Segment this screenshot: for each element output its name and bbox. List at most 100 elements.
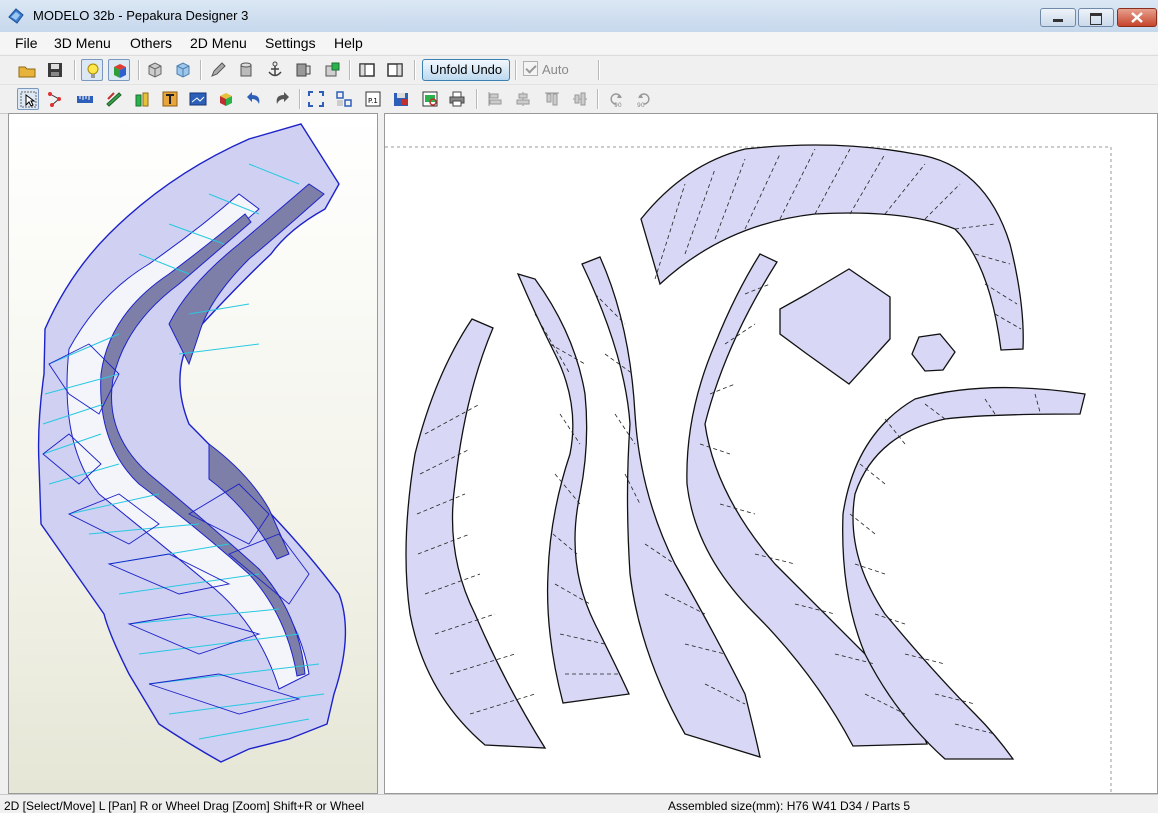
close-button[interactable] xyxy=(1117,8,1157,27)
align-left-icon xyxy=(488,92,502,106)
part-hexagon-small xyxy=(911,333,956,372)
auto-checkbox[interactable] xyxy=(523,61,538,76)
rotate-part-icon xyxy=(220,93,232,106)
print-icon xyxy=(449,91,465,107)
select-tool-button[interactable] xyxy=(17,88,39,110)
redo-icon xyxy=(276,92,289,104)
2d-unfolded-parts xyxy=(385,144,1112,795)
measure-tool-button[interactable] xyxy=(74,88,96,110)
align-center-button[interactable] xyxy=(512,88,534,110)
color-cube-icon xyxy=(114,64,126,78)
undo-icon xyxy=(247,92,260,104)
rotate-cw-90-icon: 90 xyxy=(637,93,650,108)
align-top-button[interactable] xyxy=(541,88,563,110)
open-folder-icon xyxy=(18,66,36,78)
3d-view-pane[interactable] xyxy=(8,113,378,794)
menu-bar: File 3D Menu Others 2D Menu Settings Hel… xyxy=(0,32,1158,54)
anchor-button[interactable] xyxy=(264,59,286,81)
cylinder-icon xyxy=(240,62,252,77)
status-size-text: Assembled size(mm): H76 W41 D34 / Parts … xyxy=(668,799,911,813)
main-toolbar xyxy=(0,55,1158,84)
save-button[interactable] xyxy=(44,59,66,81)
edge-tool-button[interactable] xyxy=(45,88,67,110)
rotate-ccw-90-icon: 90 xyxy=(610,93,622,108)
split-pane-icon xyxy=(387,63,403,77)
select-arrow-icon xyxy=(20,91,37,108)
align-left-button[interactable] xyxy=(484,88,506,110)
3d-twisted-model xyxy=(37,123,347,763)
print-preview-button[interactable] xyxy=(419,88,441,110)
title-bar: MODELO 32b - Pepakura Designer 3 xyxy=(0,0,1158,33)
window-title: MODELO 32b - Pepakura Designer 3 xyxy=(33,8,249,23)
green-box-icon xyxy=(325,62,340,77)
close-icon xyxy=(1131,12,1143,23)
cylinder-button[interactable] xyxy=(235,59,257,81)
redo-button[interactable] xyxy=(271,88,293,110)
split-pane-button[interactable] xyxy=(384,59,406,81)
menu-settings[interactable]: Settings xyxy=(265,35,316,51)
align-top-icon xyxy=(545,92,559,106)
texture-toggle-button[interactable] xyxy=(108,59,130,81)
2d-view-pane[interactable] xyxy=(384,113,1158,795)
undo-button[interactable] xyxy=(243,88,265,110)
svg-text:90: 90 xyxy=(614,102,622,108)
flap-icon xyxy=(296,63,311,77)
rotate-cw-button[interactable]: 90 xyxy=(633,88,655,110)
menu-2d[interactable]: 2D Menu xyxy=(190,35,247,51)
auto-label: Auto xyxy=(542,62,569,77)
align-middle-icon xyxy=(573,92,587,106)
text-icon xyxy=(162,91,178,107)
box-button[interactable] xyxy=(321,59,343,81)
unfold-undo-button[interactable]: Unfold Undo xyxy=(422,59,510,81)
svg-text:P.1: P.1 xyxy=(368,97,378,105)
fit-view-button[interactable] xyxy=(305,88,327,110)
pencil-icon xyxy=(211,62,226,77)
join-icon xyxy=(135,92,149,107)
rotate-ccw-button[interactable]: 90 xyxy=(605,88,627,110)
menu-3d[interactable]: 3D Menu xyxy=(54,35,111,51)
image-icon xyxy=(189,92,207,106)
part-strip-1 xyxy=(405,318,547,749)
edge-select-icon xyxy=(48,92,61,107)
align-middle-button[interactable] xyxy=(569,88,591,110)
image-tool-button[interactable] xyxy=(187,88,209,110)
page-icon: P.1 xyxy=(365,91,381,107)
status-bar: 2D [Select/Move] L [Pan] R or Wheel Drag… xyxy=(0,794,1158,813)
status-mode-text: 2D [Select/Move] L [Pan] R or Wheel Drag… xyxy=(4,799,365,813)
pepakura-app-icon xyxy=(8,8,24,24)
menu-others[interactable]: Others xyxy=(130,35,172,51)
edit-tool-button[interactable] xyxy=(103,88,125,110)
light-toggle-button[interactable] xyxy=(81,59,103,81)
save-icon xyxy=(48,63,62,77)
menu-help[interactable]: Help xyxy=(334,35,363,51)
menu-file[interactable]: File xyxy=(15,35,38,51)
shaded-button[interactable] xyxy=(172,59,194,81)
arrange-button[interactable] xyxy=(333,88,355,110)
align-center-icon xyxy=(516,92,530,106)
edit-toolbar: P.1 90 90 xyxy=(0,84,1158,114)
part-hexagon-large xyxy=(779,268,891,385)
open-button[interactable] xyxy=(16,59,38,81)
edit-edge-button[interactable] xyxy=(207,59,229,81)
shaded-cube-icon xyxy=(176,62,190,78)
flap-button[interactable] xyxy=(292,59,314,81)
print-button[interactable] xyxy=(446,88,468,110)
rotate-part-button[interactable] xyxy=(215,88,237,110)
single-pane-button[interactable] xyxy=(356,59,378,81)
text-tool-button[interactable] xyxy=(159,88,181,110)
minimize-button[interactable] xyxy=(1040,8,1076,27)
light-bulb-icon xyxy=(87,63,99,78)
page-setup-button[interactable]: P.1 xyxy=(362,88,384,110)
maximize-button[interactable] xyxy=(1078,8,1114,27)
ruler-icon xyxy=(77,96,93,103)
save-pdf-icon xyxy=(394,93,408,106)
single-pane-icon xyxy=(359,63,375,77)
join-tool-button[interactable] xyxy=(131,88,153,110)
save-pdf-button[interactable] xyxy=(390,88,412,110)
edit-tool-icon xyxy=(106,92,122,107)
print-preview-icon xyxy=(422,91,438,107)
wireframe-button[interactable] xyxy=(144,59,166,81)
svg-text:90: 90 xyxy=(637,102,645,108)
wire-cube-icon xyxy=(148,62,162,78)
arrange-icon xyxy=(336,91,352,107)
